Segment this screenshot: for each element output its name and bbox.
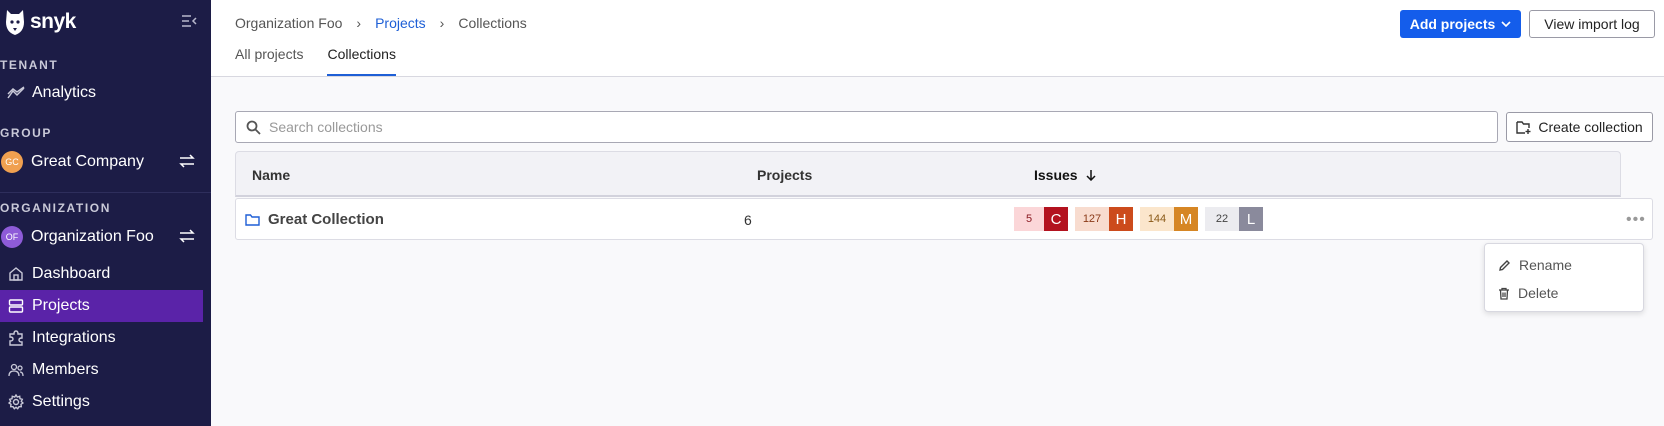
snyk-logo[interactable]: snyk bbox=[4, 8, 76, 36]
tenant-section-label: TENANT bbox=[0, 58, 59, 72]
breadcrumb-collections: Collections bbox=[458, 15, 527, 31]
brand-name: snyk bbox=[30, 10, 76, 33]
chevron-right-icon: › bbox=[356, 15, 362, 31]
column-name[interactable]: Name bbox=[252, 167, 290, 183]
sidebar-item-members[interactable]: Members bbox=[0, 354, 203, 386]
sidebar-item-analytics[interactable]: Analytics bbox=[0, 77, 203, 109]
trash-icon bbox=[1499, 287, 1509, 300]
sidebar-item-projects[interactable]: Projects bbox=[0, 290, 203, 322]
tab-bar: All projects Collections bbox=[235, 46, 396, 76]
collapse-sidebar-button[interactable] bbox=[181, 14, 197, 33]
add-projects-button[interactable]: Add projects bbox=[1400, 10, 1521, 38]
sidebar-item-label: Integrations bbox=[32, 329, 116, 346]
sidebar-item-label: Settings bbox=[32, 393, 90, 410]
organization-avatar: OF bbox=[1, 226, 23, 248]
more-actions-icon[interactable]: ••• bbox=[1626, 211, 1646, 229]
column-projects[interactable]: Projects bbox=[757, 167, 812, 183]
critical-severity-letter: C bbox=[1044, 207, 1068, 231]
medium-issues-badge: 144 M bbox=[1140, 207, 1198, 231]
sidebar-item-integrations[interactable]: Integrations bbox=[0, 322, 203, 354]
group-name: Great Company bbox=[31, 153, 144, 170]
critical-count: 5 bbox=[1014, 207, 1044, 231]
sidebar-item-label: Projects bbox=[32, 297, 90, 314]
create-collection-button[interactable]: Create collection bbox=[1506, 112, 1653, 142]
add-projects-label: Add projects bbox=[1409, 16, 1496, 32]
high-count: 127 bbox=[1075, 207, 1109, 231]
column-issues[interactable]: Issues bbox=[1034, 167, 1096, 183]
issues-cell: 5 C 127 H 144 M 22 L bbox=[1014, 207, 1263, 231]
folder-icon bbox=[245, 213, 260, 226]
group-switcher[interactable]: GC Great Company bbox=[0, 146, 211, 178]
high-severity-letter: H bbox=[1109, 207, 1133, 231]
analytics-icon bbox=[0, 86, 32, 100]
tab-all-projects[interactable]: All projects bbox=[235, 46, 303, 76]
group-avatar: GC bbox=[1, 151, 23, 173]
high-issues-badge: 127 H bbox=[1075, 207, 1133, 231]
sidebar-item-label: Members bbox=[32, 361, 99, 378]
organization-switcher[interactable]: OF Organization Foo bbox=[0, 221, 211, 253]
pencil-icon bbox=[1499, 259, 1510, 271]
sidebar-divider bbox=[0, 192, 211, 193]
sidebar-item-dashboard[interactable]: Dashboard bbox=[0, 258, 203, 290]
collection-name[interactable]: Great Collection bbox=[268, 211, 384, 228]
breadcrumb-organization[interactable]: Organization Foo bbox=[235, 15, 342, 31]
group-section-label: GROUP bbox=[0, 126, 53, 140]
organization-section-label: ORGANIZATION bbox=[0, 201, 111, 215]
search-input[interactable] bbox=[269, 119, 1469, 135]
chevron-down-icon bbox=[1501, 21, 1511, 27]
breadcrumb-projects[interactable]: Projects bbox=[375, 15, 426, 31]
members-icon bbox=[0, 363, 32, 377]
medium-count: 144 bbox=[1140, 207, 1174, 231]
collapse-icon bbox=[182, 15, 197, 27]
sort-descending-icon bbox=[1086, 170, 1096, 181]
add-folder-icon bbox=[1516, 121, 1531, 134]
sidebar: snyk TENANT Analytics GROUP GC Great Com… bbox=[0, 0, 211, 426]
menu-item-label: Delete bbox=[1518, 285, 1559, 301]
low-severity-letter: L bbox=[1239, 207, 1263, 231]
snyk-dog-icon bbox=[6, 10, 24, 35]
table-header: Name Projects Issues bbox=[235, 151, 1621, 197]
sidebar-item-settings[interactable]: Settings bbox=[0, 386, 203, 418]
sidebar-item-label: Analytics bbox=[32, 84, 97, 101]
column-issues-label: Issues bbox=[1034, 167, 1078, 183]
menu-item-label: Rename bbox=[1519, 257, 1572, 273]
sidebar-item-label: Dashboard bbox=[32, 265, 111, 282]
chevron-right-icon: › bbox=[439, 15, 445, 31]
home-icon bbox=[0, 266, 32, 282]
gear-icon bbox=[0, 394, 32, 410]
switch-organization-icon[interactable] bbox=[179, 229, 195, 248]
tab-collections[interactable]: Collections bbox=[327, 46, 396, 76]
menu-item-delete[interactable]: Delete bbox=[1498, 283, 1558, 303]
row-actions-menu: Rename Delete bbox=[1484, 243, 1644, 312]
low-count: 22 bbox=[1205, 207, 1239, 231]
view-import-log-button[interactable]: View import log bbox=[1529, 10, 1655, 38]
low-issues-badge: 22 L bbox=[1205, 207, 1263, 231]
switch-group-icon[interactable] bbox=[179, 154, 195, 173]
critical-issues-badge: 5 C bbox=[1014, 207, 1068, 231]
search-icon bbox=[246, 120, 261, 135]
collection-name-cell[interactable]: Great Collection bbox=[245, 211, 384, 228]
table-row[interactable]: Great Collection 6 5 C 127 H 144 M 22 L … bbox=[235, 198, 1653, 240]
projects-count: 6 bbox=[744, 212, 752, 228]
organization-name: Organization Foo bbox=[31, 228, 154, 245]
search-field[interactable] bbox=[235, 111, 1498, 143]
page-header: Organization Foo › Projects › Collection… bbox=[211, 0, 1664, 77]
puzzle-icon bbox=[0, 330, 32, 346]
create-collection-label: Create collection bbox=[1538, 119, 1643, 135]
projects-icon bbox=[0, 298, 32, 314]
menu-item-rename[interactable]: Rename bbox=[1498, 255, 1572, 275]
medium-severity-letter: M bbox=[1174, 207, 1198, 231]
breadcrumb: Organization Foo › Projects › Collection… bbox=[235, 15, 527, 31]
